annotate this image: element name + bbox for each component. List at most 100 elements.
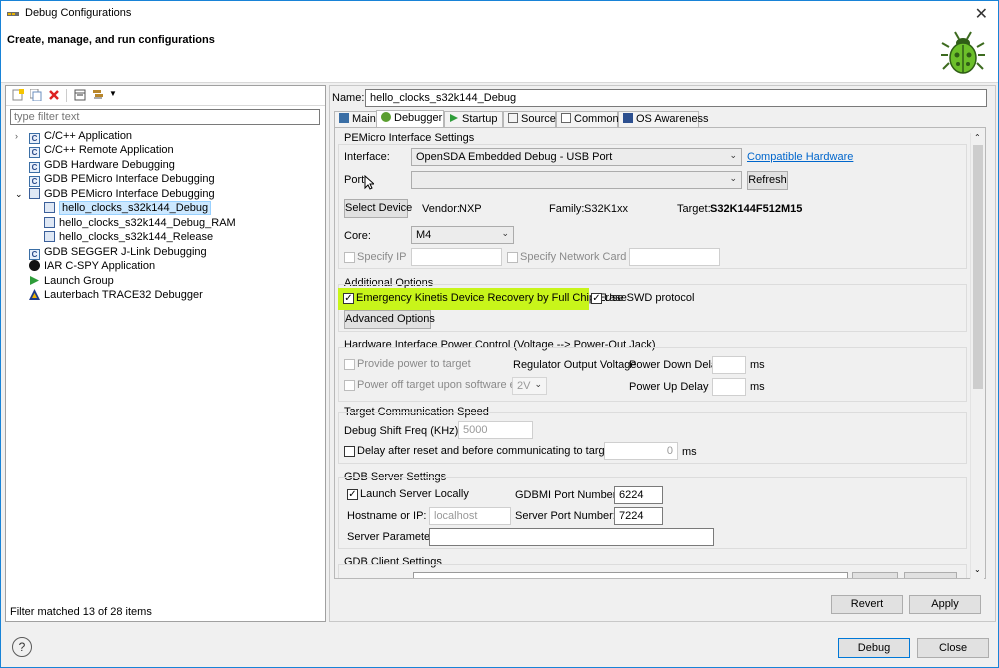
provide-power-label: Provide power to target (357, 358, 471, 370)
tab-source[interactable]: Source (503, 111, 556, 127)
tree-item-launch-group[interactable]: Launch Group (29, 274, 114, 288)
voltage-select[interactable]: 2V ⌄ (512, 377, 547, 395)
tree-item-hello-clocks-debug[interactable]: hello_clocks_s32k144_Debug (44, 201, 212, 215)
tree-item-c-cpp-remote-application[interactable]: C C/C++ Remote Application (29, 143, 174, 158)
select-device-button[interactable]: Select Device (344, 199, 412, 218)
tab-label: Debugger (394, 112, 443, 124)
config-icon (44, 217, 55, 228)
swd-checkbox[interactable]: ✓ (591, 293, 602, 304)
chevron-down-icon: ⌄ (501, 228, 509, 238)
gdbmi-port-label: GDBMI Port Number: (515, 489, 620, 501)
advanced-options-button[interactable]: Advanced Options (344, 310, 435, 329)
core-label: Core: (344, 230, 371, 242)
tree-item-iar-cspy[interactable]: IAR C-SPY Application (29, 259, 155, 273)
server-port-input[interactable]: 7224 (614, 507, 663, 525)
interface-select[interactable]: OpenSDA Embedded Debug - USB Port ⌄ (411, 148, 742, 166)
mouse-cursor-icon (364, 175, 374, 190)
tree-item-label: C/C++ Application (44, 130, 133, 142)
os-awareness-tab-icon (623, 113, 633, 123)
delay-checkbox[interactable] (344, 446, 355, 457)
help-icon[interactable]: ? (12, 637, 32, 657)
tree-item-label: GDB SEGGER J-Link Debugging (44, 246, 207, 258)
tab-debugger[interactable]: Debugger (376, 110, 444, 127)
gdbmi-port-input[interactable]: 6224 (614, 486, 663, 504)
filter-input[interactable] (10, 109, 320, 125)
target-value: S32K144F512M15 (710, 203, 803, 215)
tree-item-gdb-hardware-debugging[interactable]: C GDB Hardware Debugging (29, 158, 175, 173)
swd-label: Use SWD protocol (604, 292, 695, 304)
filter-status: Filter matched 13 of 28 items (10, 606, 152, 618)
power-down-input[interactable] (712, 356, 746, 374)
filter-dropdown-icon[interactable]: ▼ (109, 89, 117, 98)
power-up-label: Power Up Delay (629, 381, 709, 393)
launch-server-label: Launch Server Locally (360, 488, 469, 500)
tab-label: Startup (462, 113, 498, 125)
launch-icon (30, 276, 39, 285)
scrollbar-thumb[interactable] (973, 145, 983, 389)
tree-item-hello-clocks-release[interactable]: hello_clocks_s32k144_Release (44, 230, 213, 244)
vertical-scrollbar[interactable]: ⌃ ⌄ (970, 133, 984, 579)
duplicate-icon[interactable] (30, 89, 42, 101)
delay-input[interactable]: 0 (604, 442, 678, 460)
collapse-arrow-icon[interactable]: ⌄ (15, 187, 29, 201)
gdb-client-button-partial-2 (904, 572, 957, 578)
scroll-up-icon[interactable]: ⌃ (974, 133, 981, 142)
tree-item-gdb-pemicro-interface-debugging[interactable]: C GDB PEMicro Interface Debugging (29, 172, 215, 187)
toolbar-separator (66, 89, 67, 102)
new-config-icon[interactable] (12, 89, 24, 101)
power-up-input[interactable] (712, 378, 746, 396)
revert-button[interactable]: Revert (831, 595, 903, 614)
refresh-button[interactable]: Refresh (747, 171, 788, 190)
interface-value: OpenSDA Embedded Debug - USB Port (416, 151, 613, 163)
config-icon (44, 231, 55, 242)
tree-item-gdb-segger[interactable]: C GDB SEGGER J-Link Debugging (29, 245, 207, 260)
power-off-label: Power off target upon software exit (357, 379, 527, 391)
emergency-checkbox[interactable]: ✓ (343, 293, 354, 304)
tree-item-label: C/C++ Remote Application (44, 144, 174, 156)
debug-configurations-window: Debug Configurations ✕ Create, manage, a… (0, 0, 999, 668)
tab-label: Main (352, 113, 376, 125)
close-button[interactable]: Close (917, 638, 989, 658)
filter-icon[interactable] (92, 89, 104, 101)
collapse-all-icon[interactable] (74, 89, 86, 101)
pemicro-icon (29, 188, 40, 199)
tab-label: Source (521, 113, 556, 125)
tab-main[interactable]: Main (334, 111, 377, 127)
server-params-input[interactable] (429, 528, 714, 546)
shift-freq-input[interactable]: 5000 (458, 421, 533, 439)
provide-power-checkbox[interactable] (344, 359, 355, 370)
launch-server-checkbox[interactable]: ✓ (347, 489, 358, 500)
core-select[interactable]: M4 ⌄ (411, 226, 514, 244)
compatible-hardware-link[interactable]: Compatible Hardware (747, 151, 853, 163)
specify-nic-input[interactable] (629, 248, 720, 266)
tab-os-awareness[interactable]: OS Awareness (618, 111, 709, 127)
tree-item-hello-clocks-debug-ram[interactable]: hello_clocks_s32k144_Debug_RAM (44, 216, 236, 230)
chevron-down-icon: ⌄ (534, 379, 542, 389)
specify-ip-input[interactable] (411, 248, 502, 266)
delete-icon[interactable] (48, 89, 60, 101)
emergency-label: Emergency Kinetis Device Recovery by Ful… (356, 292, 627, 304)
debug-button[interactable]: Debug (838, 638, 910, 658)
tree-item-c-cpp-application[interactable]: › C C/C++ Application (15, 129, 133, 144)
tree-item-label: GDB PEMicro Interface Debugging (44, 173, 215, 185)
port-select[interactable]: ⌄ (411, 171, 742, 189)
dialog-header: Create, manage, and run configurations (1, 27, 998, 83)
power-down-label: Power Down Delay (629, 359, 723, 371)
vendor-value: NXP (459, 203, 482, 215)
scroll-down-icon[interactable]: ⌄ (974, 565, 981, 574)
tree-item-gdb-pemicro-group[interactable]: ⌄ GDB PEMicro Interface Debugging (15, 187, 215, 201)
power-off-checkbox[interactable] (344, 380, 355, 391)
expand-arrow-icon[interactable]: › (15, 129, 29, 143)
window-close-button[interactable]: ✕ (975, 4, 988, 24)
config-name-input[interactable]: hello_clocks_s32k144_Debug (365, 89, 987, 107)
voltage-value: 2V (517, 380, 531, 392)
tab-common[interactable]: Common (556, 111, 619, 127)
apply-button[interactable]: Apply (909, 595, 981, 614)
hostname-input[interactable]: localhost (429, 507, 511, 525)
tab-startup[interactable]: Startup (444, 111, 503, 127)
gdb-client-button-partial-1 (852, 572, 898, 578)
trace32-icon (29, 289, 40, 300)
tree-item-lauterbach[interactable]: Lauterbach TRACE32 Debugger (29, 288, 203, 302)
specify-ip-checkbox[interactable] (344, 252, 355, 263)
specify-nic-checkbox[interactable] (507, 252, 518, 263)
